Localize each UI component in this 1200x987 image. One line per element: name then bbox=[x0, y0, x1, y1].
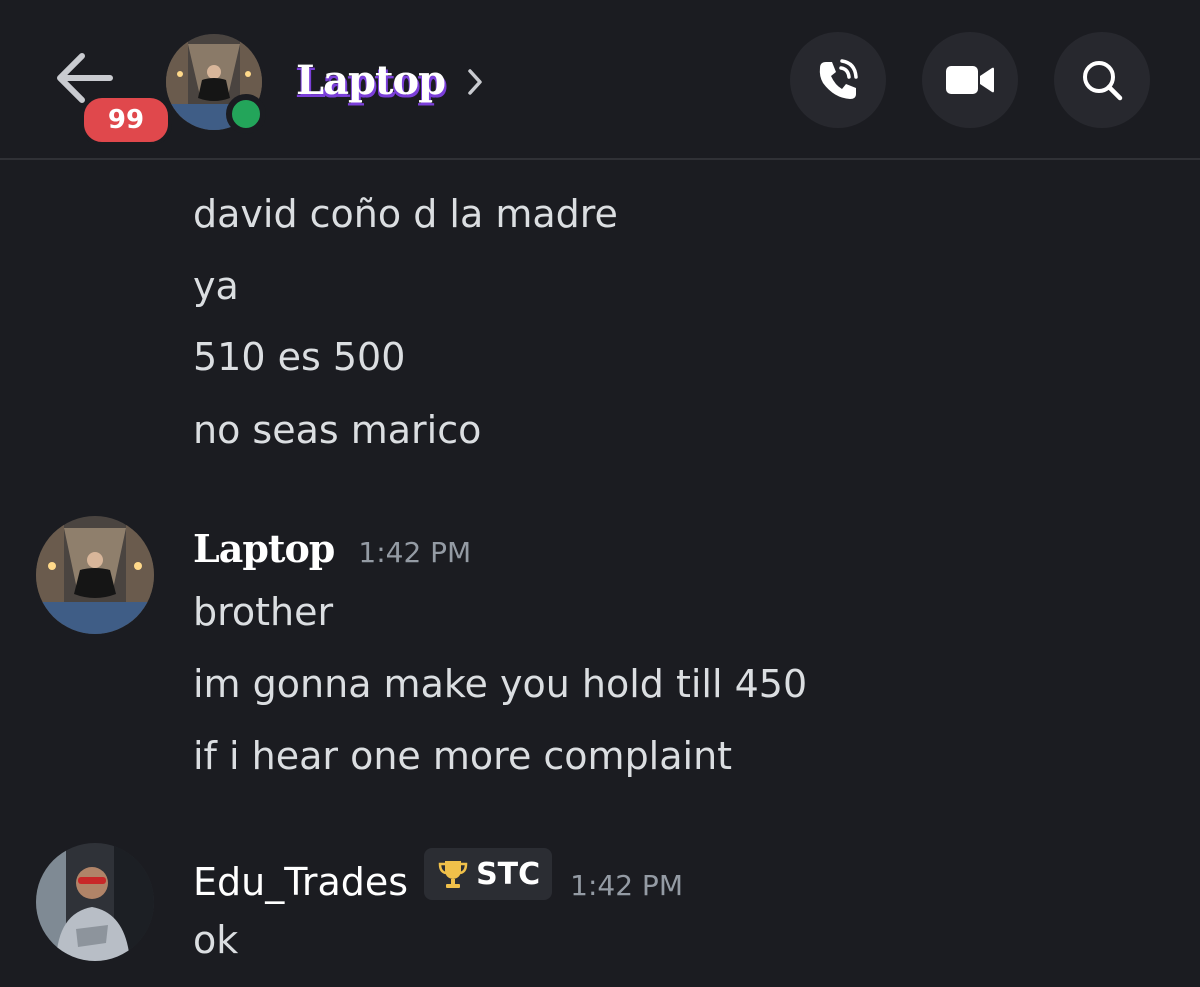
search-button[interactable] bbox=[1054, 32, 1150, 128]
message-text[interactable]: ya bbox=[193, 264, 239, 308]
video-call-button[interactable] bbox=[922, 32, 1018, 128]
message-text[interactable]: im gonna make you hold till 450 bbox=[193, 662, 807, 706]
avatar-image bbox=[36, 843, 154, 961]
server-tag[interactable]: STC bbox=[424, 848, 553, 900]
message-header: Edu_Trades STC 1:42 PM bbox=[193, 848, 683, 904]
message-text[interactable]: if i hear one more complaint bbox=[193, 734, 732, 778]
message-timestamp: 1:42 PM bbox=[358, 536, 472, 569]
message-header: Laptop 1:42 PM bbox=[193, 526, 471, 571]
server-tag-label: STC bbox=[476, 856, 541, 892]
chat-header: 99 Laptop bbox=[0, 0, 1200, 160]
message-text[interactable]: brother bbox=[193, 590, 333, 634]
voice-call-button[interactable] bbox=[790, 32, 886, 128]
avatar-image bbox=[36, 516, 154, 634]
message-text[interactable]: ok bbox=[193, 918, 238, 962]
message-timestamp: 1:42 PM bbox=[570, 869, 683, 902]
search-icon bbox=[1083, 61, 1123, 101]
channel-name: Laptop bbox=[296, 56, 446, 104]
online-status-indicator bbox=[226, 94, 266, 134]
message-text[interactable]: david coño d la madre bbox=[193, 192, 618, 236]
author-name[interactable]: Edu_Trades bbox=[193, 860, 408, 904]
laptop-avatar[interactable] bbox=[36, 516, 154, 634]
phone-icon bbox=[819, 59, 858, 99]
dm-chat-screen: 99 Laptop david coño d la madre ya 510 e… bbox=[0, 0, 1200, 987]
author-name[interactable]: Laptop bbox=[193, 526, 335, 571]
chevron-right-icon bbox=[468, 69, 482, 95]
message-text[interactable]: no seas marico bbox=[193, 408, 481, 452]
unread-count-badge: 99 bbox=[80, 94, 172, 146]
channel-title-button[interactable]: Laptop bbox=[296, 50, 483, 110]
edu-trades-avatar[interactable] bbox=[36, 843, 154, 961]
message-text[interactable]: 510 es 500 bbox=[193, 335, 405, 379]
trophy-icon bbox=[436, 857, 470, 891]
video-camera-icon bbox=[946, 66, 994, 94]
